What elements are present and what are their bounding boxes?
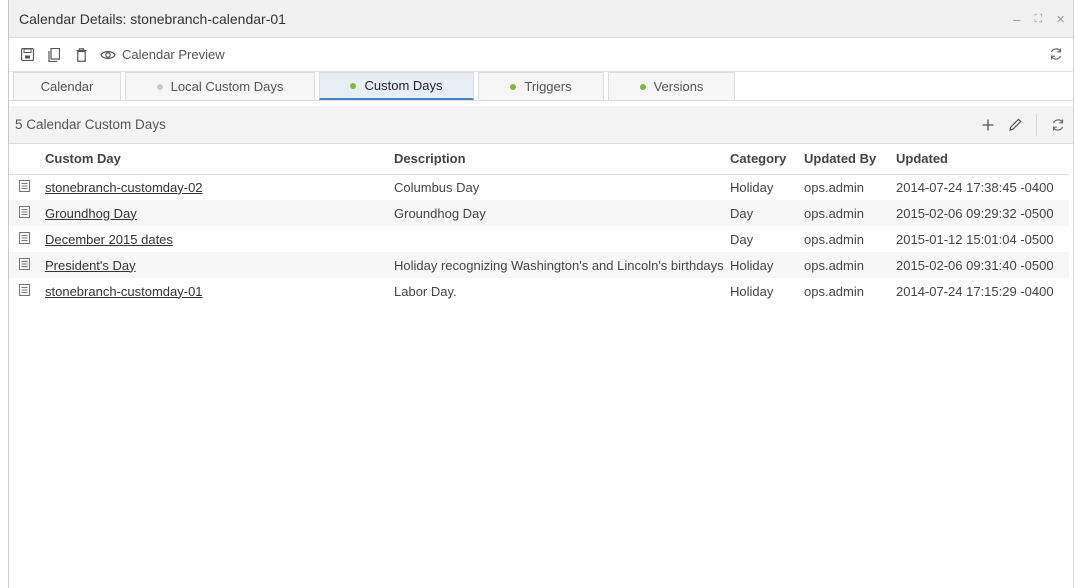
- minimize-button[interactable]: –: [1013, 12, 1020, 27]
- refresh-icon: [1052, 119, 1064, 131]
- custom-day-link[interactable]: December 2015 dates: [45, 226, 394, 252]
- row-detail-icon-cell[interactable]: [9, 226, 45, 252]
- category-cell: Day: [730, 200, 804, 226]
- updated-by-cell: ops.admin: [804, 179, 864, 195]
- title-bar: Calendar Details: stonebranch-calendar-0…: [9, 0, 1073, 38]
- tab-label: Triggers: [524, 79, 572, 94]
- plus-icon: [982, 119, 994, 131]
- custom-days-table: Custom Day Description Category Updated …: [9, 144, 1069, 304]
- close-button[interactable]: ×: [1056, 11, 1065, 28]
- description-cell: Groundhog Day: [394, 200, 730, 226]
- tab-label: Local Custom Days: [170, 79, 284, 94]
- table-row[interactable]: President's Day Holiday recognizing Wash…: [9, 252, 1069, 278]
- updated-cell: 2015-02-06 09:29:32 -0500: [896, 200, 1069, 226]
- column-header-custom-day[interactable]: Custom Day: [45, 144, 394, 175]
- status-dot-icon: [510, 83, 517, 90]
- record-count: 5 Calendar Custom Days: [15, 117, 166, 132]
- updated-cell: 2015-02-06 09:31:40 -0500: [896, 252, 1069, 278]
- tab-versions[interactable]: Versions: [608, 72, 735, 100]
- column-header-category[interactable]: Category: [730, 144, 804, 175]
- column-header-description[interactable]: Description: [394, 144, 730, 175]
- refresh-button[interactable]: [1049, 47, 1063, 64]
- copy-icon: [48, 47, 60, 62]
- row-detail-icon-cell[interactable]: [9, 278, 45, 304]
- copy-button[interactable]: [46, 47, 62, 63]
- updated-cell: 2014-07-24 17:38:45 -0400: [896, 179, 1054, 195]
- save-icon: [20, 48, 34, 61]
- updated-by-cell: ops.admin: [804, 231, 864, 247]
- custom-day-link[interactable]: President's Day: [45, 252, 394, 278]
- maximize-button[interactable]: ⛶: [1035, 13, 1043, 26]
- updated-cell: 2015-01-12 15:01:04 -0500: [896, 231, 1054, 247]
- window-controls: – ⛶ ×: [1013, 0, 1065, 38]
- trash-icon: [76, 47, 86, 62]
- tab-calendar[interactable]: Calendar: [13, 72, 121, 100]
- eye-icon: [100, 50, 116, 59]
- details-icon: [19, 179, 30, 192]
- details-icon: [19, 231, 30, 244]
- updated-by-cell: ops.admin: [804, 200, 896, 226]
- save-button[interactable]: [19, 47, 35, 63]
- row-detail-icon-cell[interactable]: [9, 200, 45, 226]
- window-title: Calendar Details: stonebranch-calendar-0…: [19, 10, 286, 27]
- calendar-preview-label: Calendar Preview: [122, 47, 225, 62]
- category-cell: Holiday: [730, 252, 804, 278]
- divider: [1036, 114, 1037, 136]
- tab-label: Calendar: [40, 79, 94, 94]
- detail-tabs: Calendar Local Custom Days Custom Days T…: [9, 71, 1073, 101]
- tab-local-custom-days[interactable]: Local Custom Days: [125, 72, 315, 100]
- panel-actions: [982, 106, 1065, 144]
- add-button[interactable]: [982, 119, 994, 131]
- description-cell: [394, 226, 730, 252]
- tab-label: Versions: [653, 79, 704, 94]
- custom-day-link[interactable]: Groundhog Day: [45, 200, 394, 226]
- table-row[interactable]: December 2015 dates Day ops.admin 2015-0…: [9, 226, 1069, 252]
- updated-by-cell: ops.admin: [804, 283, 864, 299]
- table-row[interactable]: stonebranch-customday-02 Columbus Day Ho…: [9, 174, 1069, 200]
- calendar-details-window: Calendar Details: stonebranch-calendar-0…: [8, 0, 1074, 588]
- toolbar: Calendar Preview: [9, 38, 1073, 72]
- custom-day-link[interactable]: stonebranch-customday-01: [45, 278, 394, 304]
- column-header-updated[interactable]: Updated: [896, 144, 1069, 175]
- description-cell: Columbus Day: [394, 179, 480, 195]
- edit-button[interactable]: [1008, 118, 1022, 132]
- table-row[interactable]: Groundhog Day Groundhog Day Day ops.admi…: [9, 200, 1069, 226]
- calendar-preview-button[interactable]: Calendar Preview: [100, 47, 225, 62]
- details-icon: [19, 283, 30, 296]
- header-icon-col: [9, 144, 45, 175]
- column-header-updated-by[interactable]: Updated By: [804, 144, 896, 175]
- updated-by-cell: ops.admin: [804, 252, 896, 278]
- pencil-icon: [1009, 118, 1022, 131]
- tab-custom-days[interactable]: Custom Days: [319, 72, 474, 100]
- delete-button[interactable]: [73, 47, 89, 63]
- tab-label: Custom Days: [364, 78, 443, 93]
- details-icon: [19, 257, 30, 270]
- category-cell: Day: [730, 231, 754, 247]
- description-cell: Holiday recognizing Washington's and Lin…: [394, 252, 730, 278]
- status-dot-icon: [639, 83, 646, 90]
- details-icon: [19, 205, 30, 218]
- updated-cell: 2014-07-24 17:15:29 -0400: [896, 283, 1054, 299]
- custom-days-panel-header: 5 Calendar Custom Days: [9, 106, 1073, 144]
- category-cell: Holiday: [730, 179, 774, 195]
- row-detail-icon-cell[interactable]: [9, 252, 45, 278]
- custom-day-link[interactable]: stonebranch-customday-02: [45, 174, 394, 200]
- table-header-row: Custom Day Description Category Updated …: [9, 144, 1069, 175]
- description-cell: Labor Day.: [394, 283, 457, 299]
- status-dot-icon: [350, 82, 357, 89]
- tab-triggers[interactable]: Triggers: [478, 72, 604, 100]
- panel-refresh-button[interactable]: [1051, 118, 1065, 132]
- category-cell: Holiday: [730, 283, 774, 299]
- table-row[interactable]: stonebranch-customday-01 Labor Day. Holi…: [9, 278, 1069, 304]
- row-detail-icon-cell[interactable]: [9, 174, 45, 200]
- refresh-icon: [1050, 48, 1062, 60]
- status-dot-icon: [156, 83, 163, 90]
